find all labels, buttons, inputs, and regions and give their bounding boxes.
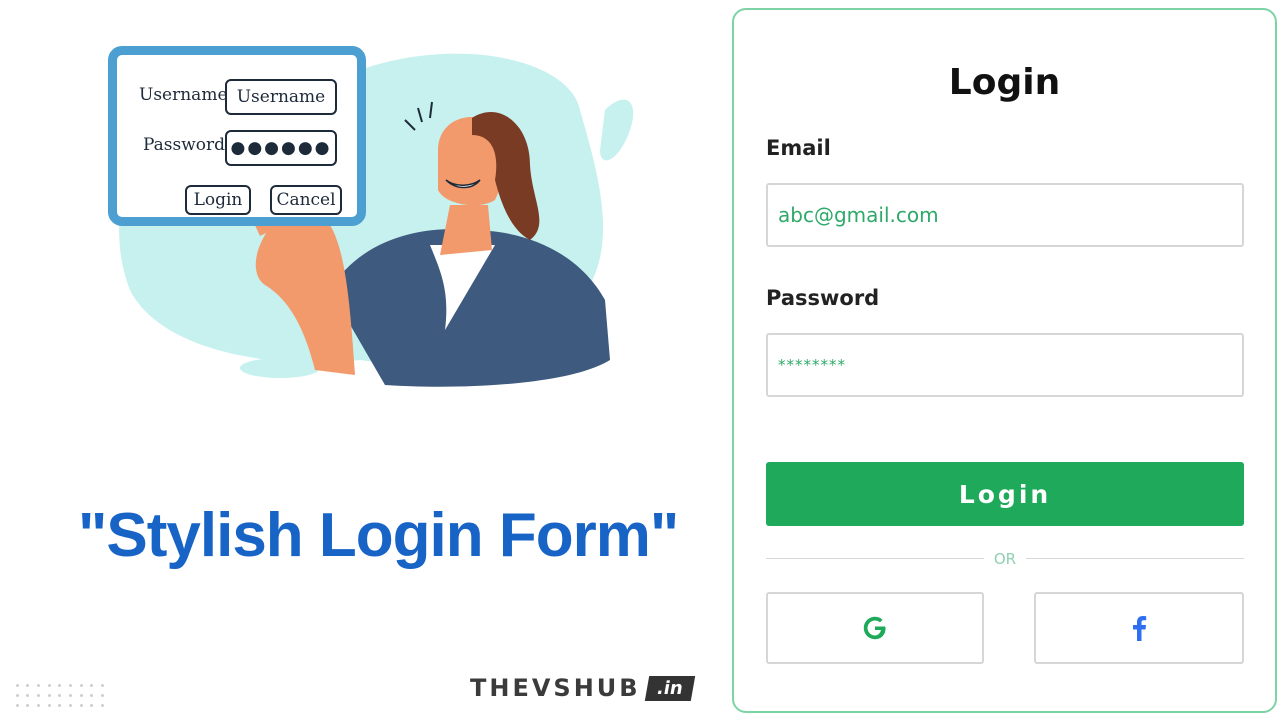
- mini-username-field: Username: [225, 79, 337, 115]
- login-card: Login Email Password Login OR: [732, 8, 1277, 713]
- page: Username Username Password ●●●●●● Login …: [0, 0, 1280, 720]
- page-headline: "Stylish Login Form": [78, 501, 679, 570]
- brand-logo: THEVSHUB .in: [470, 674, 695, 702]
- mini-username-label: Username: [139, 85, 228, 105]
- brand-name: THEVSHUB: [470, 674, 641, 702]
- google-icon: [863, 616, 886, 640]
- password-label: Password: [766, 286, 880, 310]
- email-field[interactable]: [766, 183, 1244, 247]
- password-field[interactable]: [766, 333, 1244, 397]
- or-divider: OR: [766, 550, 1244, 568]
- mini-cancel-button: Cancel: [270, 185, 342, 215]
- facebook-login-button[interactable]: [1034, 592, 1244, 664]
- mini-login-form: Username Username Password ●●●●●● Login …: [108, 46, 366, 226]
- login-title: Login: [948, 62, 1061, 103]
- google-login-button[interactable]: [766, 592, 984, 664]
- email-label: Email: [766, 136, 831, 160]
- mini-login-button: Login: [185, 185, 251, 215]
- facebook-icon: [1133, 616, 1147, 641]
- login-button[interactable]: Login: [766, 462, 1244, 526]
- divider-text: OR: [993, 550, 1017, 568]
- brand-tld: .in: [644, 675, 695, 701]
- mini-password-field: ●●●●●●: [225, 130, 337, 166]
- dot-grid-decoration: [12, 680, 108, 710]
- mini-password-label: Password: [143, 135, 226, 155]
- hero-illustration: Username Username Password ●●●●●● Login …: [100, 40, 660, 400]
